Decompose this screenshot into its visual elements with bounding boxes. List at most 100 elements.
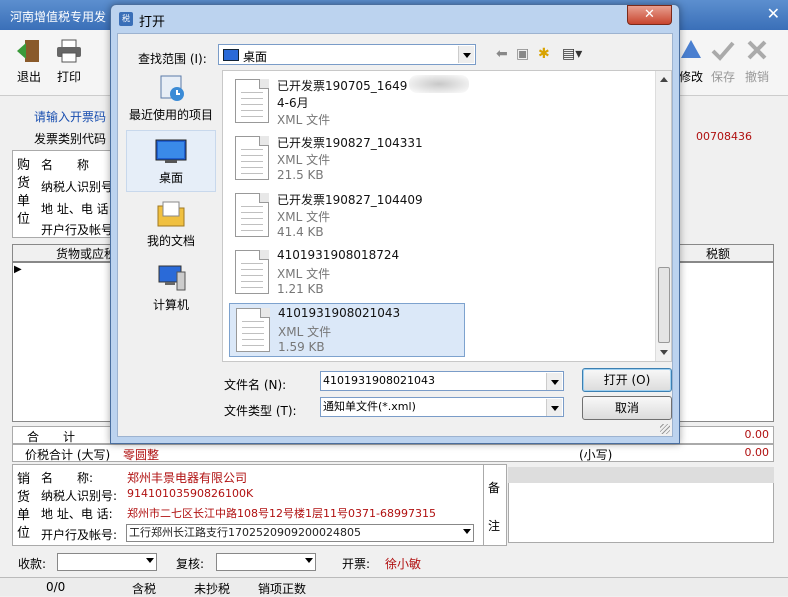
xml-file-icon — [235, 193, 269, 237]
file-item[interactable]: 已开发票190705_1649 4-6月 XML 文件 — [229, 75, 469, 129]
place-recent-label: 最近使用的项目 — [128, 108, 213, 122]
seller-side-label-4: 位 — [17, 526, 31, 541]
review-select[interactable] — [216, 553, 316, 571]
chevron-down-icon[interactable] — [546, 373, 562, 390]
ticket-type-label: 发票类别代码 — [34, 132, 107, 146]
seller-name-label: 名 称: — [41, 471, 94, 485]
chevron-down-icon — [146, 558, 154, 563]
desktop-icon — [223, 49, 239, 61]
xml-file-icon — [235, 79, 269, 123]
file-name: 4101931908021043 — [278, 306, 401, 320]
cancel-button[interactable]: 取消 — [582, 396, 672, 420]
total-small-value: 0.00 — [744, 446, 770, 459]
file-item-selected[interactable]: 4101931908021043 XML 文件 1.59 KB — [229, 303, 465, 357]
file-type: XML 文件 — [277, 267, 331, 281]
payee-label: 收款: — [18, 557, 47, 571]
lookin-label: 查找范围 (I): — [138, 52, 207, 66]
print-label: 打印 — [56, 70, 81, 84]
goods-column-header: 货物或应税 — [56, 247, 117, 261]
status-tax-mode: 含税 — [132, 582, 157, 596]
file-name: 4101931908018724 — [277, 248, 400, 262]
tax-column-header: 税额 — [706, 247, 731, 261]
file-list-scrollbar[interactable] — [655, 71, 671, 361]
my-documents-icon — [157, 201, 185, 227]
seller-address-label: 地 址、电 话: — [41, 507, 113, 521]
open-button[interactable]: 打开 (O) — [582, 368, 672, 392]
remark-label-box: 备 注 — [483, 464, 507, 546]
cross-icon — [747, 40, 767, 60]
seller-name: 郑州丰景电器有限公司 — [127, 471, 248, 485]
revoke-button[interactable]: 撤销 — [740, 38, 774, 85]
resize-grip-icon[interactable] — [660, 424, 670, 434]
lookin-value: 桌面 — [243, 50, 268, 64]
chevron-down-icon[interactable] — [546, 399, 562, 416]
back-icon[interactable]: ⬅ — [496, 46, 508, 62]
printer-icon — [57, 39, 81, 63]
ticket-number: 00708436 — [696, 130, 752, 143]
seller-taxid: 91410103590826100K — [127, 487, 254, 500]
file-size: XML 文件 — [277, 113, 331, 127]
sum-label: 合 计 — [27, 430, 76, 444]
desktop-icon — [155, 139, 187, 163]
up-folder-icon[interactable]: ▣ — [516, 46, 529, 62]
exit-label: 退出 — [16, 70, 41, 84]
chevron-down-icon[interactable] — [458, 46, 474, 63]
dialog-titlebar[interactable]: 税 打开 ✕ — [111, 5, 679, 33]
seller-bank-select[interactable]: 工行郑州长江路支行1702520909200024805 — [126, 524, 474, 542]
view-menu-icon[interactable]: ▤▾ — [562, 46, 582, 62]
places-bar: 最近使用的项目 桌面 我的文档 计算机 — [122, 68, 218, 358]
lookin-combo[interactable]: 桌面 — [218, 44, 476, 65]
file-item[interactable]: 已开发票190827_104409 XML 文件 41.4 KB — [229, 189, 465, 243]
file-item[interactable]: 已开发票190827_104331 XML 文件 21.5 KB — [229, 132, 465, 186]
print-button[interactable]: 打印 — [52, 38, 86, 85]
file-name: 已开发票190827_104409 — [277, 193, 423, 207]
status-copy-state: 未抄税 — [194, 582, 231, 596]
place-documents-label: 我的文档 — [146, 234, 195, 248]
file-size: 1.59 KB — [278, 340, 325, 354]
drawer-name: 徐小敏 — [385, 557, 422, 571]
scroll-thumb[interactable] — [658, 267, 670, 343]
place-desktop[interactable]: 桌面 — [126, 130, 216, 192]
total-label: 价税合计 (大写) — [25, 448, 111, 462]
file-item[interactable]: 4101931908018724 XML 文件 1.21 KB — [229, 246, 465, 300]
scroll-down-icon[interactable] — [660, 350, 668, 355]
chevron-down-icon — [305, 558, 313, 563]
save-button[interactable]: 保存 — [706, 38, 740, 85]
scroll-up-icon[interactable] — [660, 77, 668, 82]
remark-label-2: 注 — [488, 519, 501, 533]
remark-header — [508, 467, 774, 483]
file-type: XML 文件 — [277, 153, 331, 167]
app-close-button[interactable]: ✕ — [767, 4, 780, 23]
recent-items-icon — [160, 75, 184, 101]
exit-icon — [17, 40, 39, 62]
place-computer[interactable]: 计算机 — [126, 262, 216, 313]
filetype-value: 通知单文件(*.xml) — [323, 400, 416, 413]
buyer-side-label-4: 位 — [17, 212, 31, 227]
file-size: 41.4 KB — [277, 225, 324, 239]
filetype-select[interactable]: 通知单文件(*.xml) — [320, 397, 564, 417]
place-recent[interactable]: 最近使用的项目 — [126, 72, 216, 123]
filename-input[interactable]: 4101931908021043 — [320, 371, 564, 391]
place-computer-label: 计算机 — [152, 298, 189, 312]
new-folder-icon[interactable]: ✱ — [538, 46, 550, 62]
seller-bank-label: 开户行及帐号: — [41, 528, 118, 542]
status-bar: 0/0 含税 未抄税 销项正数 — [0, 577, 788, 596]
xml-file-icon — [236, 308, 270, 352]
buyer-name-label: 名 称 — [41, 158, 90, 172]
file-list[interactable]: 已开发票190705_1649 4-6月 XML 文件 已开发票190827_1… — [222, 70, 672, 362]
file-size: 21.5 KB — [277, 168, 324, 182]
place-documents[interactable]: 我的文档 — [126, 198, 216, 249]
app-title: 河南增值税专用发 — [10, 10, 107, 24]
file-size: 1.21 KB — [277, 282, 324, 296]
payee-select[interactable] — [57, 553, 157, 571]
seller-bank-value: 工行郑州长江路支行1702520909200024805 — [129, 526, 361, 539]
exit-button[interactable]: 退出 — [12, 38, 46, 85]
remark-label-1: 备 — [488, 481, 501, 495]
buyer-bank-label: 开户行及帐号 — [41, 223, 114, 237]
seller-address: 郑州市二七区长江中路108号12号楼1层11号0371-68997315 — [127, 507, 436, 520]
file-type: XML 文件 — [277, 210, 331, 224]
dialog-close-button[interactable]: ✕ — [627, 5, 672, 25]
total-row: 价税合计 (大写) 零圆整 (小写) 0.00 — [12, 444, 774, 462]
file-type: XML 文件 — [278, 325, 332, 339]
open-file-dialog: 税 打开 ✕ 查找范围 (I): 桌面 ⬅ ▣ ✱ ▤▾ 最近使用的项目 桌面 … — [110, 4, 680, 444]
